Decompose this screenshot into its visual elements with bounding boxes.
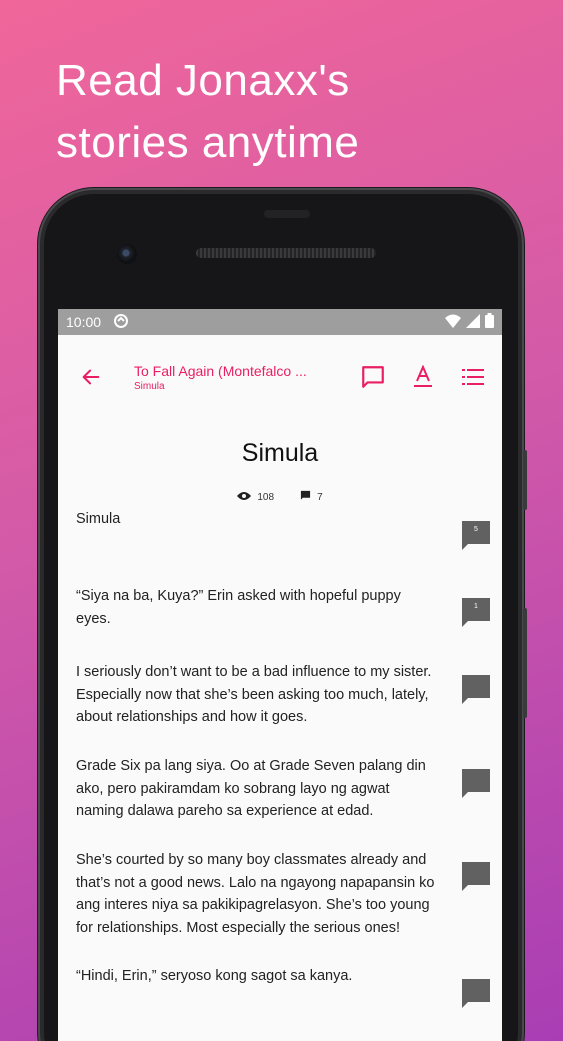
eye-icon — [237, 491, 252, 504]
promo-headline: Read Jonaxx's stories anytime — [56, 50, 359, 174]
battery-icon — [485, 313, 494, 331]
paragraph-comment-count: 5 — [474, 526, 478, 533]
paragraph-comment-icon[interactable] — [461, 768, 491, 798]
paragraph-text: “Siya na ba, Kuya?” Erin asked with hope… — [76, 588, 401, 627]
paragraph-text: “Hindi, Erin,” seryoso kong sagot sa kan… — [76, 968, 353, 984]
comment-count-icon — [300, 490, 311, 504]
chapter-list-icon[interactable] — [458, 362, 488, 392]
paragraph-text: Simula — [76, 511, 121, 527]
app-bar: To Fall Again (Montefalco ... Simula — [58, 335, 502, 419]
app-bar-actions — [358, 362, 488, 392]
paragraph-comment-icon[interactable] — [461, 674, 491, 704]
front-camera-icon — [117, 244, 137, 264]
status-icons — [445, 313, 494, 331]
views-count: 108 — [257, 491, 275, 503]
wifi-icon — [445, 314, 461, 331]
comment-icon[interactable] — [358, 362, 388, 392]
arrow-left-icon[interactable] — [76, 362, 106, 392]
paragraph-text: She’s courted by so many boy classmates … — [76, 852, 435, 936]
promo-line-1: Read Jonaxx's — [56, 56, 350, 105]
comments-count: 7 — [317, 491, 323, 503]
paragraph-text: I seriously don’t want to be a bad influ… — [76, 664, 432, 725]
text-format-icon[interactable] — [408, 362, 438, 392]
power-button — [523, 450, 527, 510]
signal-icon — [466, 313, 480, 331]
earpiece-speaker — [196, 248, 376, 258]
chapter-title: Simula — [241, 439, 319, 467]
paragraph-comment-count: 1 — [474, 603, 478, 610]
chapter-stats: 108 7 — [58, 490, 502, 504]
paragraph-text: Grade Six pa lang siya. Oo at Grade Seve… — [76, 758, 426, 819]
chapter-subtitle: Simula — [134, 380, 165, 392]
story-title: To Fall Again (Montefalco ... — [134, 362, 307, 379]
status-time: 10:00 — [66, 314, 102, 330]
status-bar: 10:00 — [58, 309, 502, 335]
paragraph-comment-icon[interactable]: 5 — [461, 520, 491, 550]
paragraph-comment-icon[interactable] — [461, 978, 491, 1008]
app-bar-titles: To Fall Again (Montefalco ... Simula — [134, 363, 348, 392]
app-screen: 10:00 To Fall Again (Montefalco ... Simu… — [58, 309, 502, 1041]
paragraph-comment-icon[interactable] — [461, 861, 491, 891]
paragraph-comment-icon[interactable]: 1 — [461, 597, 491, 627]
promo-line-2: stories anytime — [56, 118, 360, 167]
volume-button — [523, 608, 527, 718]
sync-icon — [113, 313, 129, 332]
phone-top-slot — [264, 210, 310, 218]
